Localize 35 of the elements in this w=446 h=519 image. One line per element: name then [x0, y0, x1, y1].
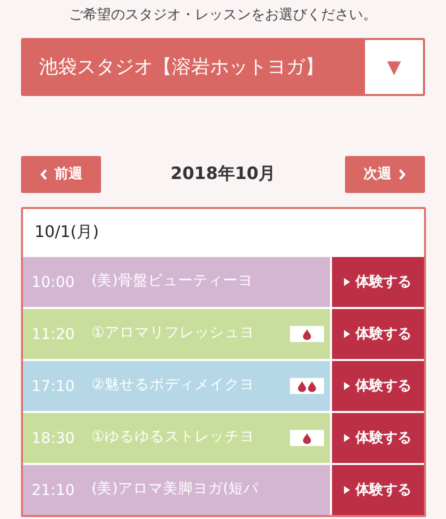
trial-button[interactable]: 体験する	[332, 257, 424, 307]
play-icon	[344, 486, 350, 494]
lesson-name: ①ゆるゆるストレッチヨ	[92, 428, 256, 448]
play-icon	[344, 434, 350, 442]
lesson-time: 18:30	[32, 428, 76, 449]
lesson-name: (美)アロマ美脚ヨガ(短パ	[92, 480, 260, 500]
play-icon	[344, 382, 350, 390]
drop-icon	[302, 432, 310, 444]
trial-button[interactable]: 体験する	[332, 465, 424, 515]
previous-week-button[interactable]: 前週	[21, 156, 101, 193]
month-label: 2018年10月	[170, 162, 276, 186]
instruction-text: ご希望のスタジオ・レッスンをお選びください。	[69, 6, 377, 25]
lesson-name: ①アロマリフレッシュヨ	[92, 324, 256, 344]
select-value: 池袋スタジオ【溶岩ホットヨガ】	[38, 54, 325, 80]
lesson-time: 10:00	[32, 272, 76, 293]
studio-select[interactable]: 池袋スタジオ【溶岩ホットヨガ】 ▼	[21, 38, 425, 96]
lesson-row[interactable]: 10:00 (美)骨盤ビューティーヨ	[22, 257, 330, 307]
lesson-time: 11:20	[32, 324, 76, 345]
lesson-time: 17:10	[32, 376, 76, 397]
trial-button[interactable]: 体験する	[332, 413, 424, 463]
lesson-time: 21:10	[32, 480, 76, 501]
play-icon	[344, 330, 350, 338]
date-heading: 10/1(月)	[34, 221, 100, 243]
lesson-name: ②魅せるボディメイクヨ	[92, 376, 256, 396]
lesson-row[interactable]: 21:10 (美)アロマ美脚ヨガ(短パ	[22, 465, 330, 515]
trial-button[interactable]: 体験する	[332, 361, 424, 411]
next-week-button[interactable]: 次週	[344, 156, 425, 193]
chevron-right-icon	[399, 169, 406, 180]
trial-button[interactable]: 体験する	[332, 309, 424, 359]
drop-icon	[302, 328, 310, 340]
drop-icon	[298, 380, 306, 392]
chevron-left-icon	[40, 169, 46, 180]
drop-icon	[308, 380, 316, 392]
play-icon	[344, 278, 350, 286]
lesson-name: (美)骨盤ビューティーヨ	[92, 272, 254, 292]
